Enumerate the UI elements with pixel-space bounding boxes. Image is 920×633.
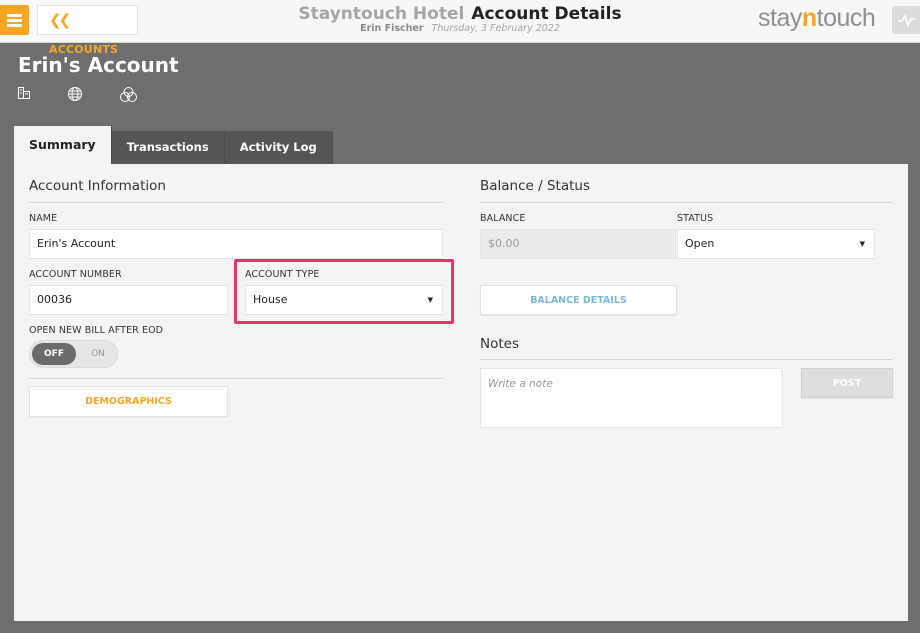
building-icon[interactable] xyxy=(17,86,31,100)
tab-transactions[interactable]: Transactions xyxy=(111,131,225,164)
user-name: Erin Fischer xyxy=(360,23,424,34)
status-value: Open xyxy=(685,237,715,250)
notes-title: Notes xyxy=(480,336,519,352)
account-type-highlight xyxy=(234,259,454,324)
balance-details-button[interactable]: BALANCE DETAILS xyxy=(480,285,677,315)
divider xyxy=(29,202,443,203)
tab-summary[interactable]: Summary xyxy=(14,126,112,164)
tab-activity-log[interactable]: Activity Log xyxy=(224,131,333,164)
post-note-button[interactable]: POST xyxy=(801,368,893,398)
business-date: Thursday, 3 February 2022 xyxy=(431,23,560,34)
summary-panel: Account Information NAME Erin's Account … xyxy=(14,164,908,621)
hotel-name: Stayntouch Hotel xyxy=(298,4,465,24)
status-label: STATUS xyxy=(677,213,714,224)
account-title: Erin's Account xyxy=(18,53,179,77)
account-name-field[interactable]: Erin's Account xyxy=(29,229,443,259)
divider xyxy=(480,359,893,360)
balance-label: BALANCE xyxy=(480,213,526,224)
balance-field: $0.00 xyxy=(480,229,676,259)
toggle-off-label: OFF xyxy=(32,343,76,365)
balance-status-title: Balance / Status xyxy=(480,178,590,194)
account-number-field[interactable]: 00036 xyxy=(29,285,228,315)
demographics-button[interactable]: DEMOGRAPHICS xyxy=(29,386,228,417)
globe-icon[interactable] xyxy=(67,86,83,102)
account-information-title: Account Information xyxy=(29,178,166,194)
name-label: NAME xyxy=(29,213,58,224)
account-icons xyxy=(17,86,138,103)
caret-down-icon: ▼ xyxy=(859,240,865,248)
stayntouch-logo: stayntouch xyxy=(758,4,876,32)
note-input[interactable]: Write a note xyxy=(480,368,783,428)
divider xyxy=(29,378,443,379)
account-number-label: ACCOUNT NUMBER xyxy=(29,269,122,280)
page-title: Account Details xyxy=(471,4,622,24)
pulse-icon xyxy=(898,14,915,28)
divider xyxy=(480,202,893,203)
open-bill-after-eod-label: OPEN NEW BILL AFTER EOD xyxy=(29,325,164,336)
account-tabs: Summary Transactions Activity Log xyxy=(14,126,333,164)
pulse-status-button[interactable] xyxy=(892,6,920,34)
toggle-on-label: ON xyxy=(91,349,105,359)
venn-circles-icon[interactable] xyxy=(119,86,138,103)
open-bill-toggle[interactable]: OFF ON xyxy=(29,340,118,368)
status-select[interactable]: Open ▼ xyxy=(677,229,875,259)
top-bar: ❮❮ ACCOUNTS Stayntouch Hotel Account Deta… xyxy=(0,0,920,56)
